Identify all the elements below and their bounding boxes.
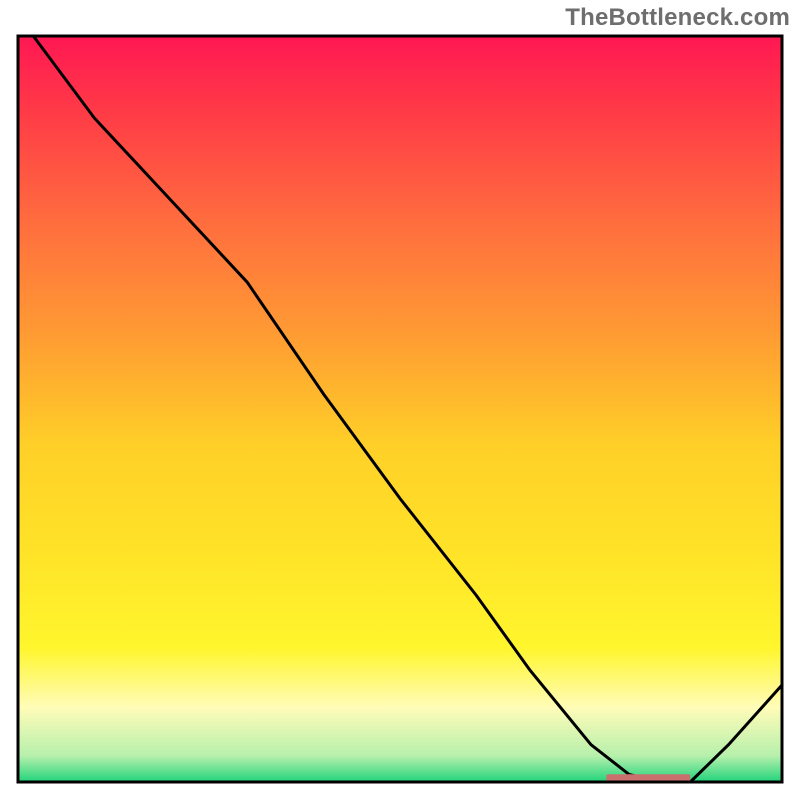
bottleneck-chart-svg [0, 0, 800, 800]
watermark-text: TheBottleneck.com [565, 4, 790, 32]
heatmap-gradient-background [18, 36, 782, 782]
chart-container: TheBottleneck.com [0, 0, 800, 800]
